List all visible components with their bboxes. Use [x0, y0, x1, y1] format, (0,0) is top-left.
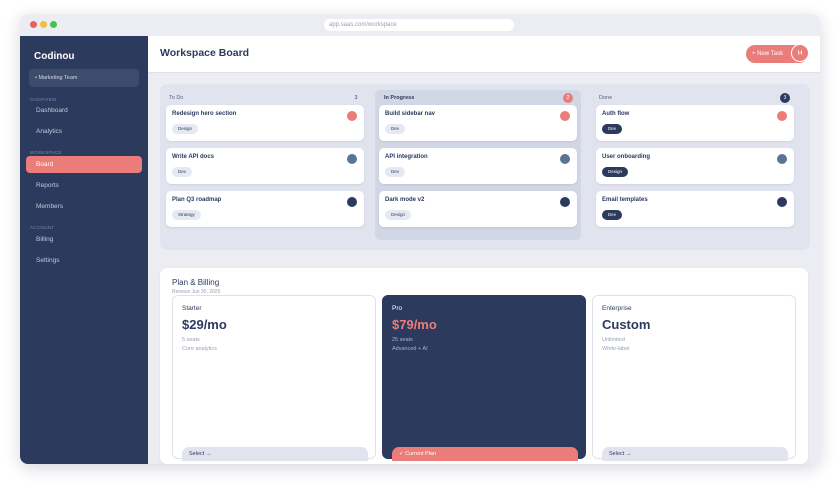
plan-card-pro[interactable]: Pro $79/mo 25 seats Advanced + AI ✓ Curr… [382, 295, 586, 461]
priority-dot-icon [560, 111, 570, 121]
task-card[interactable]: User onboarding Design [596, 148, 794, 184]
plan-card-starter[interactable]: Starter $29/mo 5 seats Core analytics Se… [172, 295, 376, 461]
page-title: Workspace Board [160, 47, 250, 59]
column-count-badge: 3 [780, 93, 790, 103]
task-card-title: API integration [385, 154, 428, 160]
plan-price: $29/mo [182, 317, 227, 332]
column-todo: To Do 3 Redesign hero section Design Wri… [160, 90, 364, 240]
sidebar-item-analytics[interactable]: Analytics [26, 123, 142, 140]
select-plan-button[interactable]: Select → [602, 447, 788, 461]
priority-dot-icon [560, 197, 570, 207]
maximize-window-icon[interactable] [50, 21, 57, 28]
task-card[interactable]: Build sidebar nav Dev [379, 105, 577, 141]
sidebar-item-members[interactable]: Members [26, 198, 142, 215]
task-tag: Dev [385, 167, 406, 177]
task-card[interactable]: API integration Dev [379, 148, 577, 184]
section-label-workspace: WORKSPACE [30, 150, 62, 155]
avatar[interactable]: H [791, 44, 809, 62]
sidebar-item-dashboard[interactable]: Dashboard [26, 102, 142, 119]
team-selector[interactable]: • Marketing Team [29, 69, 139, 87]
task-tag: Design [602, 167, 629, 177]
priority-dot-icon [777, 111, 787, 121]
task-card-title: Redesign hero section [172, 111, 237, 117]
current-plan-button[interactable]: ✓ Current Plan [392, 447, 578, 461]
plan-feature: Unlimited [602, 337, 625, 343]
sidebar-item-reports[interactable]: Reports [26, 177, 142, 194]
task-card-title: Auth flow [602, 111, 630, 117]
task-card-title: User onboarding [602, 154, 651, 160]
sidebar-item-settings[interactable]: Settings [26, 252, 142, 269]
plan-feature: 25 seats [392, 337, 413, 343]
address-bar[interactable]: app.saas.com/workspace [324, 19, 514, 31]
task-card[interactable]: Redesign hero section Design [166, 105, 364, 141]
task-tag: Design [385, 210, 412, 220]
column-count-badge: 3 [354, 95, 358, 101]
plan-card-enterprise[interactable]: Enterprise Custom Unlimited White-label … [592, 295, 796, 461]
task-card[interactable]: Email templates Dev [596, 191, 794, 227]
billing-title: Plan & Billing [172, 278, 220, 287]
task-tag: Dev [602, 124, 623, 134]
plan-name: Pro [392, 305, 403, 312]
task-card-title: Build sidebar nav [385, 111, 436, 117]
column-done: Done 3 Auth flow Dev User onboarding Des… [590, 90, 804, 240]
task-tag: Dev [602, 210, 623, 220]
priority-dot-icon [347, 197, 357, 207]
column-title: In Progress [384, 95, 415, 101]
task-tag: Design [172, 124, 199, 134]
column-in-progress: In Progress 2 Build sidebar nav Dev API … [375, 90, 581, 240]
task-card[interactable]: Dark mode v2 Design [379, 191, 577, 227]
plan-name: Starter [182, 305, 202, 312]
plan-feature: 5 seats [182, 337, 200, 343]
page-header: Workspace Board + New Task H [148, 36, 820, 73]
plan-feature: Advanced + AI [392, 346, 428, 352]
app-window: app.saas.com/workspace Codinou • Marketi… [20, 14, 820, 464]
task-card-title: Dark mode v2 [385, 197, 425, 203]
sidebar-item-board[interactable]: Board [26, 156, 142, 173]
plan-price: Custom [602, 317, 651, 332]
column-title: Done [599, 95, 613, 101]
task-card[interactable]: Auth flow Dev [596, 105, 794, 141]
priority-dot-icon [777, 154, 787, 164]
task-tag: Dev [172, 167, 193, 177]
main-content: Workspace Board + New Task H To Do 3 Red… [148, 36, 820, 464]
kanban-board: To Do 3 Redesign hero section Design Wri… [160, 84, 810, 250]
plan-price: $79/mo [392, 317, 437, 332]
browser-titlebar: app.saas.com/workspace [20, 14, 820, 36]
sidebar: Codinou • Marketing Team OVERVIEW Dashbo… [20, 36, 148, 464]
task-card-title: Write API docs [172, 154, 215, 160]
select-plan-button[interactable]: Select → [182, 447, 368, 461]
task-card-title: Plan Q3 roadmap [172, 197, 222, 203]
task-card[interactable]: Write API docs Dev [166, 148, 364, 184]
billing-panel: Plan & Billing Renews Jun 30, 2025 Start… [160, 268, 808, 464]
plan-feature: White-label [602, 346, 630, 352]
plan-feature: Core analytics [182, 346, 217, 352]
column-count-badge: 2 [563, 93, 573, 103]
sidebar-item-billing[interactable]: Billing [26, 231, 142, 248]
minimize-window-icon[interactable] [40, 21, 47, 28]
task-tag: Dev [385, 124, 406, 134]
priority-dot-icon [777, 197, 787, 207]
close-window-icon[interactable] [30, 21, 37, 28]
brand-logo: Codinou [34, 51, 75, 62]
section-label-account: ACCOUNT [30, 225, 55, 230]
task-card-title: Email templates [602, 197, 648, 203]
priority-dot-icon [347, 111, 357, 121]
column-title: To Do [169, 95, 184, 101]
task-tag: Strategy [172, 210, 201, 220]
task-card[interactable]: Plan Q3 roadmap Strategy [166, 191, 364, 227]
plan-name: Enterprise [602, 305, 632, 312]
priority-dot-icon [347, 154, 357, 164]
priority-dot-icon [560, 154, 570, 164]
